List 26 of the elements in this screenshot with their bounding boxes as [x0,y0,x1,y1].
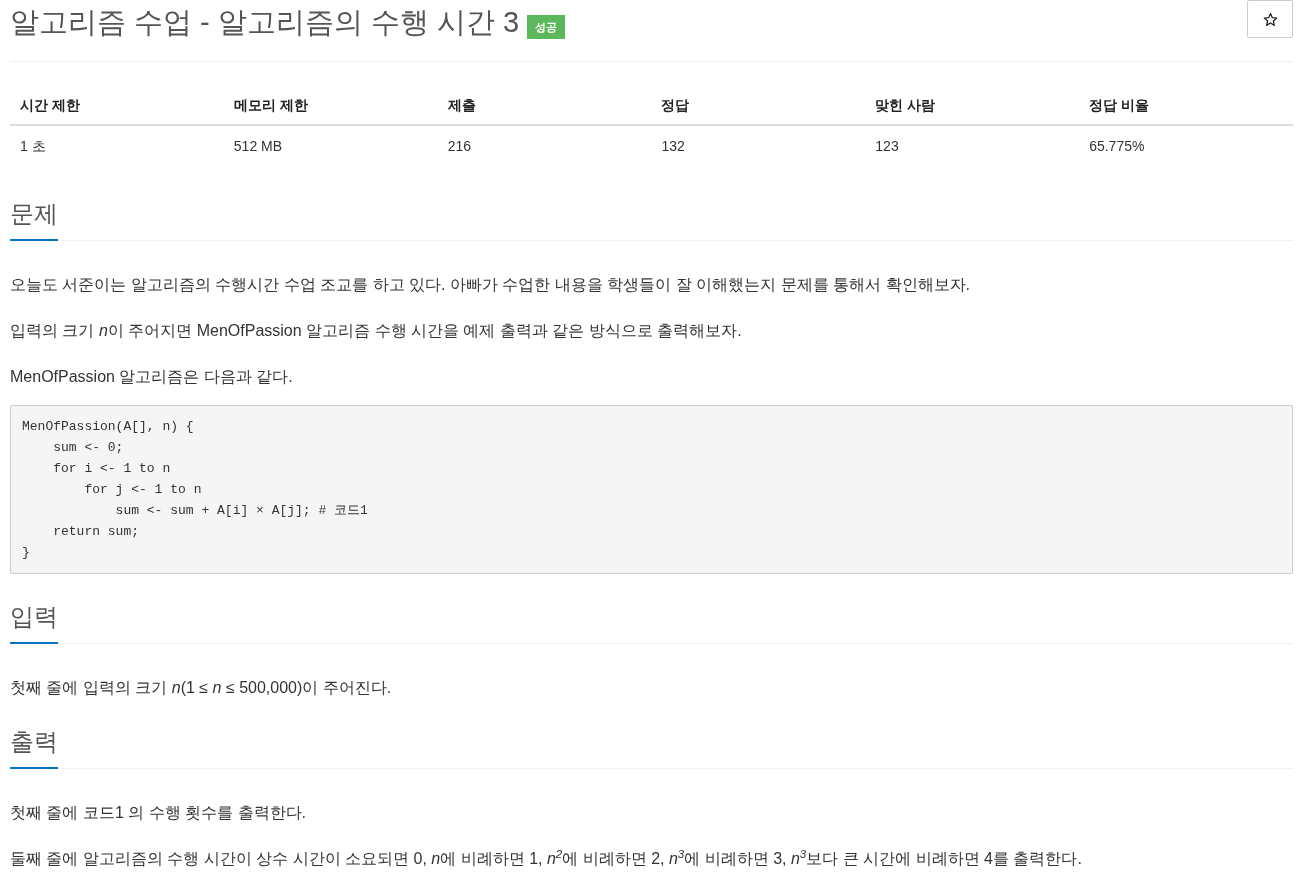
description-text: 오늘도 서준이는 알고리즘의 수행시간 수업 조교를 하고 있다. 아빠가 수업한 내용을 학생들이 잘 이해했는지 문제를 통해서 확인해보자. [10,275,971,295]
table-cell-text: 216 [446,137,472,156]
result-badge: 성공 [527,15,566,39]
page-title: 알고리즘 수업 - 알고리즘의 수행 시간 3 [10,5,520,40]
table-cell-text: 65.775% [1088,137,1146,156]
table-cell-text: 123 [874,137,900,156]
table-header-cell: 메모리 제한 [223,86,438,126]
star-icon [1262,11,1278,27]
table-cell-text: 132 [660,137,686,156]
code-block: MenOfPassion(A[], n) { sum <- 0; for i <- 1 to n for j <- 1 to n sum <- sum + A[i] × A[j]; # 코드1 return sum; } [10,405,1293,574]
section-heading: 입력 [10,602,58,644]
description-text: 첫째 줄에 입력의 크기 n(1 ≤ n ≤ 500,000)이 주어진다. [10,678,393,698]
table-header-cell: 맞힌 사람 [865,86,1080,126]
favorite-button[interactable] [1247,0,1293,38]
section-heading: 문제 [10,199,58,241]
table-header-cell: 시간 제한 [10,86,224,126]
table-header-cell: 정답 [651,86,866,126]
description-text: 입력의 크기 n이 주어지면 MenOfPassion 알고리즘 수행 시간을 예제 출력과 같은 방식으로 출력해보자. [10,321,743,341]
table-cell-text: 512 MB [232,137,284,156]
description-text: MenOfPassion 알고리즘은 다음과 같다. [10,367,294,387]
table-cell-text: 1 초 [19,137,47,156]
description-text: 둘째 줄에 알고리즘의 수행 시간이 상수 시간이 소요되면 0, n에 비례하면 1, n$^{2}$에 비례하면 2, n$^{3}$에 비례하면 3, n$^{3}$보다 큰 시간에 비례하면 4를 출력한다. [10,848,1083,869]
table-header-cell: 제출 [437,86,652,126]
section-heading: 출력 [10,727,58,769]
description-text: 첫째 줄에 코드1 의 수행 횟수를 출력한다. [10,803,307,823]
table-header-cell: 정답 비율 [1079,86,1293,126]
